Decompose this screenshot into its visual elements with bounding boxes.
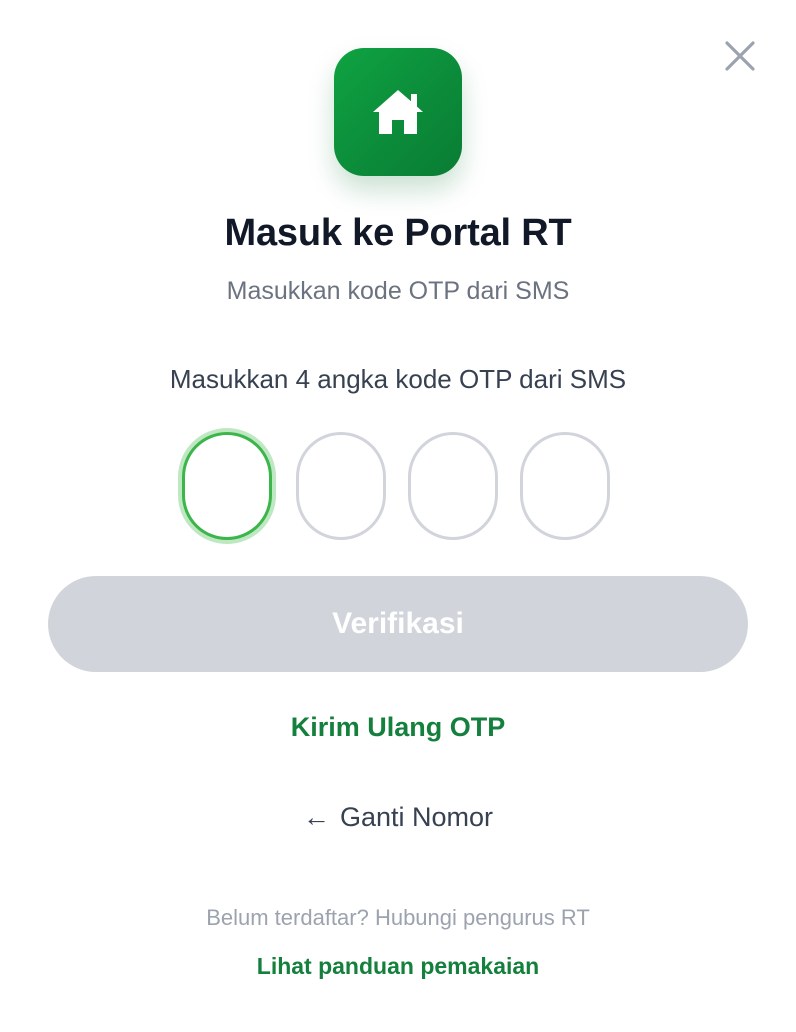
app-logo (334, 48, 462, 176)
close-button[interactable] (722, 38, 758, 74)
verify-button[interactable]: Verifikasi (48, 576, 748, 672)
otp-input-group (182, 432, 614, 544)
change-number-label: Ganti Nomor (339, 802, 494, 832)
otp-instruction-label: Masukkan 4 angka kode OTP dari SMS (169, 364, 627, 394)
usage-guide-link[interactable]: Lihat panduan pemakaian (0, 953, 796, 980)
change-number-link[interactable]: ← Ganti Nomor (0, 802, 796, 833)
otp-digit-1[interactable] (182, 432, 272, 540)
login-modal: Masuk ke Portal RT Masukkan kode OTP dar… (0, 0, 796, 1032)
otp-digit-4[interactable] (520, 432, 610, 540)
close-icon (725, 41, 755, 71)
resend-otp-link[interactable]: Kirim Ulang OTP (0, 712, 796, 743)
arrow-left-icon: ← (302, 802, 330, 832)
house-icon (373, 90, 423, 134)
page-title: Masuk ke Portal RT (224, 212, 572, 254)
page-subtitle: Masukkan kode OTP dari SMS (226, 277, 570, 305)
otp-digit-3[interactable] (408, 432, 498, 540)
otp-digit-2[interactable] (296, 432, 386, 540)
registration-note: Belum terdaftar? Hubungi pengurus RT (206, 905, 590, 930)
